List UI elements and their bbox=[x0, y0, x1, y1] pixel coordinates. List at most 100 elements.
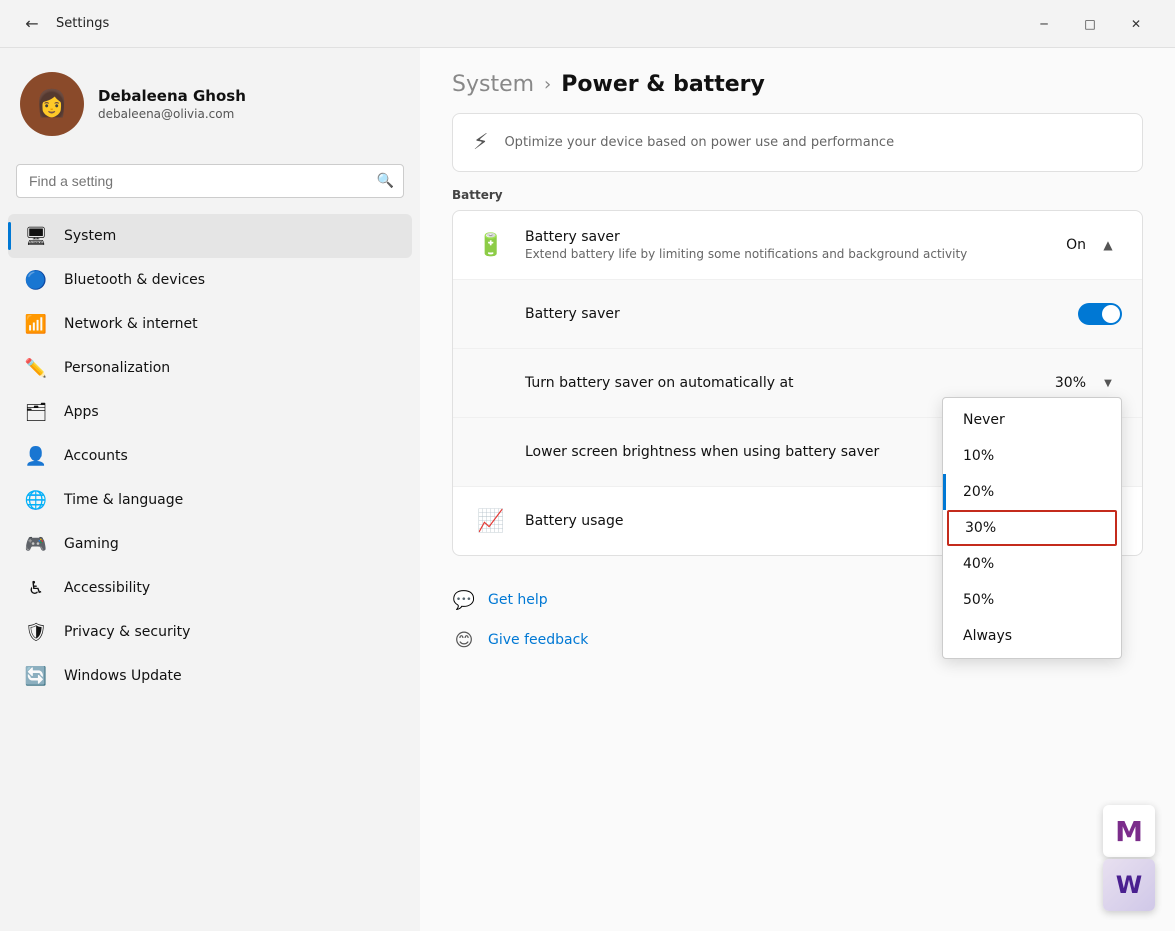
lower-brightness-icon bbox=[473, 434, 509, 470]
auto-turn-on-value: 30% bbox=[1055, 375, 1086, 391]
sidebar-item-privacy[interactable]: 🛡 Privacy & security bbox=[8, 610, 412, 654]
accounts-icon: 👤 bbox=[24, 444, 48, 468]
sidebar-item-accessibility[interactable]: ♿ Accessibility bbox=[8, 566, 412, 610]
sidebar-item-label-personalization: Personalization bbox=[64, 360, 170, 376]
close-button[interactable]: ✕ bbox=[1113, 6, 1159, 42]
sidebar-item-bluetooth[interactable]: 🔵 Bluetooth & devices bbox=[8, 258, 412, 302]
sidebar-item-system[interactable]: 🖥 System bbox=[8, 214, 412, 258]
battery-card: 🔋 Battery saver Extend battery life by l… bbox=[452, 210, 1143, 556]
battery-usage-icon: 📈 bbox=[473, 503, 509, 539]
battery-saver-title: Battery saver bbox=[525, 229, 1066, 245]
minimize-button[interactable]: ─ bbox=[1021, 6, 1067, 42]
auto-turn-on-icon bbox=[473, 365, 509, 401]
network-icon: 📶 bbox=[24, 312, 48, 336]
sidebar-item-label-gaming: Gaming bbox=[64, 536, 119, 552]
page-header: System › Power & battery bbox=[420, 48, 1175, 113]
avatar: 👩 bbox=[20, 72, 84, 136]
app-body: 👩 Debaleena Ghosh debaleena@olivia.com 🔍… bbox=[0, 48, 1175, 931]
dropdown-item-50[interactable]: 50% bbox=[943, 582, 1121, 618]
give-feedback-label: Give feedback bbox=[488, 632, 588, 648]
user-name: Debaleena Ghosh bbox=[98, 87, 246, 105]
user-profile: 👩 Debaleena Ghosh debaleena@olivia.com bbox=[0, 48, 420, 156]
sidebar-item-accounts[interactable]: 👤 Accounts bbox=[8, 434, 412, 478]
bluetooth-icon: 🔵 bbox=[24, 268, 48, 292]
battery-saver-icon: 🔋 bbox=[473, 227, 509, 263]
user-info: Debaleena Ghosh debaleena@olivia.com bbox=[98, 87, 246, 121]
maximize-button[interactable]: □ bbox=[1067, 6, 1113, 42]
battery-saver-toggle-icon bbox=[473, 296, 509, 332]
battery-saver-toggle-text: Battery saver bbox=[525, 306, 1078, 322]
back-button[interactable]: ← bbox=[16, 8, 48, 40]
sidebar-item-label-accessibility: Accessibility bbox=[64, 580, 150, 596]
auto-turn-on-control[interactable]: 30% ▼ Never 10% 20% 30% 40% 50% Always bbox=[1055, 369, 1122, 397]
sidebar-item-label-bluetooth: Bluetooth & devices bbox=[64, 272, 205, 288]
dropdown-item-20[interactable]: 20% bbox=[943, 474, 1121, 510]
search-box: 🔍 bbox=[16, 164, 404, 198]
breadcrumb: System › Power & battery bbox=[452, 72, 1143, 97]
gaming-icon: 🎮 bbox=[24, 532, 48, 556]
system-icon: 🖥 bbox=[24, 224, 48, 248]
battery-saver-toggle-title: Battery saver bbox=[525, 306, 1078, 322]
sidebar-item-windows-update[interactable]: 🔄 Windows Update bbox=[8, 654, 412, 698]
battery-saver-control: On ▲ bbox=[1066, 231, 1122, 259]
titlebar: ← Settings ─ □ ✕ bbox=[0, 0, 1175, 48]
search-input[interactable] bbox=[16, 164, 404, 198]
auto-turn-on-dropdown-btn[interactable]: ▼ bbox=[1094, 369, 1122, 397]
battery-saver-status: On bbox=[1066, 237, 1086, 253]
battery-saver-text: Battery saver Extend battery life by lim… bbox=[525, 229, 1066, 261]
apps-icon: 🗂 bbox=[24, 400, 48, 424]
maximize-icon: □ bbox=[1084, 17, 1095, 31]
main-content: System › Power & battery ⚡ Optimize your… bbox=[420, 48, 1175, 931]
breadcrumb-separator: › bbox=[544, 74, 551, 95]
sidebar: 👩 Debaleena Ghosh debaleena@olivia.com 🔍… bbox=[0, 48, 420, 931]
time-icon: 🌐 bbox=[24, 488, 48, 512]
windows-update-icon: 🔄 bbox=[24, 664, 48, 688]
toggle-thumb bbox=[1102, 305, 1120, 323]
titlebar-title: Settings bbox=[56, 16, 109, 31]
sidebar-item-network[interactable]: 📶 Network & internet bbox=[8, 302, 412, 346]
battery-saver-row[interactable]: 🔋 Battery saver Extend battery life by l… bbox=[453, 211, 1142, 280]
nav-list: 🖥 System 🔵 Bluetooth & devices 📶 Network… bbox=[0, 214, 420, 698]
avatar-initials: 👩 bbox=[36, 89, 68, 119]
optimize-row[interactable]: ⚡ Optimize your device based on power us… bbox=[453, 114, 1142, 171]
sidebar-item-label-apps: Apps bbox=[64, 404, 99, 420]
optimize-text: Optimize your device based on power use … bbox=[504, 135, 894, 150]
give-feedback-icon: 😊 bbox=[452, 628, 476, 652]
sidebar-item-gaming[interactable]: 🎮 Gaming bbox=[8, 522, 412, 566]
auto-turn-on-row: Turn battery saver on automatically at 3… bbox=[453, 349, 1142, 418]
sidebar-item-label-windows-update: Windows Update bbox=[64, 668, 182, 684]
dropdown-item-always[interactable]: Always bbox=[943, 618, 1121, 654]
sidebar-item-label-network: Network & internet bbox=[64, 316, 198, 332]
dropdown-item-40[interactable]: 40% bbox=[943, 546, 1121, 582]
sidebar-item-personalization[interactable]: ✏️ Personalization bbox=[8, 346, 412, 390]
breadcrumb-current: Power & battery bbox=[561, 72, 765, 97]
sidebar-item-label-time: Time & language bbox=[64, 492, 183, 508]
battery-saver-toggle-switch[interactable] bbox=[1078, 303, 1122, 325]
sidebar-item-label-privacy: Privacy & security bbox=[64, 624, 190, 640]
window-controls: ─ □ ✕ bbox=[1021, 6, 1159, 42]
auto-turn-on-text: Turn battery saver on automatically at bbox=[525, 375, 1055, 391]
personalization-icon: ✏️ bbox=[24, 356, 48, 380]
back-icon: ← bbox=[25, 14, 38, 33]
sidebar-item-label-system: System bbox=[64, 228, 116, 244]
get-help-label: Get help bbox=[488, 592, 548, 608]
battery-saver-chevron-up[interactable]: ▲ bbox=[1094, 231, 1122, 259]
dropdown-item-30[interactable]: 30% bbox=[947, 510, 1117, 546]
taskbar-app-m[interactable]: M bbox=[1103, 805, 1155, 857]
dropdown-item-10[interactable]: 10% bbox=[943, 438, 1121, 474]
minimize-icon: ─ bbox=[1040, 17, 1047, 31]
taskbar-app-w[interactable]: W bbox=[1103, 859, 1155, 911]
auto-turn-on-title: Turn battery saver on automatically at bbox=[525, 375, 1055, 391]
dropdown-item-never[interactable]: Never bbox=[943, 402, 1121, 438]
battery-saver-toggle-row: Battery saver bbox=[453, 280, 1142, 349]
sidebar-item-time[interactable]: 🌐 Time & language bbox=[8, 478, 412, 522]
get-help-icon: 💬 bbox=[452, 588, 476, 612]
auto-turn-on-dropdown: Never 10% 20% 30% 40% 50% Always bbox=[942, 397, 1122, 659]
sidebar-item-apps[interactable]: 🗂 Apps bbox=[8, 390, 412, 434]
power-icon: ⚡ bbox=[473, 130, 488, 155]
battery-saver-toggle-control bbox=[1078, 303, 1122, 325]
accessibility-icon: ♿ bbox=[24, 576, 48, 600]
user-email: debaleena@olivia.com bbox=[98, 107, 246, 121]
sidebar-item-label-accounts: Accounts bbox=[64, 448, 128, 464]
breadcrumb-parent: System bbox=[452, 72, 534, 97]
